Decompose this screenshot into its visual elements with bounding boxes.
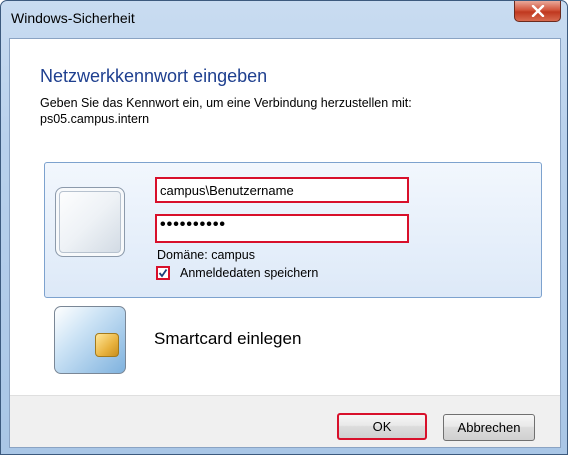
username-input[interactable] [155,177,409,203]
smartcard-tile[interactable]: Smartcard einlegen [44,301,542,381]
window-title: Windows-Sicherheit [11,10,135,26]
security-dialog: Windows-Sicherheit Netzwerkkennwort eing… [0,0,568,455]
smartcard-label: Smartcard einlegen [154,329,302,348]
remember-checkbox[interactable] [156,266,170,280]
smartcard-icon [54,306,126,374]
password-input[interactable]: •••••••••• [155,214,409,243]
remember-label[interactable]: Anmeldedaten speichern [180,266,318,280]
dialog-heading: Netzwerkkennwort eingeben [40,66,268,86]
credential-tile[interactable]: •••••••••• Domäne: campus Anmeldedaten s… [44,162,542,298]
user-tile-icon [55,187,125,257]
dialog-instruction: Geben Sie das Kennwort ein, um eine Verb… [40,95,540,127]
button-bar: OK Abbrechen [10,395,560,447]
cancel-button[interactable]: Abbrechen [443,414,535,441]
checkmark-icon [158,268,168,278]
instruction-text: Geben Sie das Kennwort ein, um eine Verb… [40,96,412,110]
ok-button[interactable]: OK [337,413,427,440]
close-button[interactable] [514,1,561,22]
close-icon [531,5,545,17]
title-bar[interactable]: Windows-Sicherheit [1,1,567,37]
domain-label: Domäne: campus [157,248,255,262]
server-name: ps05.campus.intern [40,112,150,126]
chip-icon [95,333,119,357]
dialog-content: Netzwerkkennwort eingeben Geben Sie das … [9,38,561,448]
